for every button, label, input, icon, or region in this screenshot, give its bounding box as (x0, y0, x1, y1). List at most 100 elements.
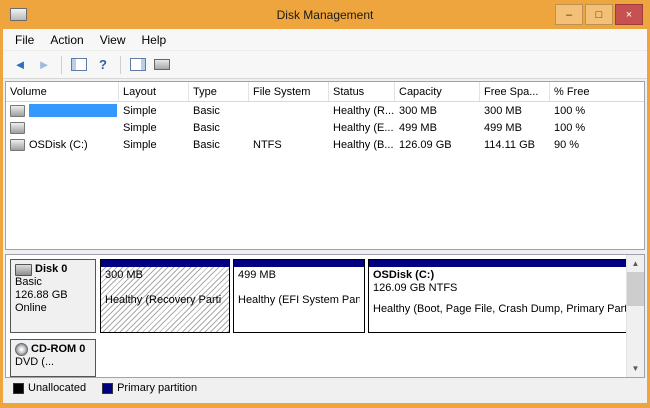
partition-status: Healthy (Boot, Page File, Crash Dump, Pr… (373, 303, 626, 316)
cell-capacity: 300 MB (395, 102, 480, 119)
cdrom0-info-box[interactable]: CD-ROM 0 DVD (... (10, 339, 96, 377)
console-tree-icon[interactable] (68, 54, 90, 76)
titlebar: Disk Management – □ × (3, 0, 647, 29)
disk-properties-icon[interactable] (151, 54, 173, 76)
forward-icon[interactable]: ► (33, 54, 55, 76)
close-button[interactable]: × (615, 4, 643, 25)
partition-strip: 300 MB Healthy (Recovery Parti 499 MB He… (100, 259, 626, 333)
cell-pct-free: 100 % (550, 102, 644, 119)
column-header-status[interactable]: Status (329, 82, 395, 101)
primary-partition-swatch (102, 383, 113, 394)
toolbar-separator (120, 56, 121, 74)
disk-size: 126.88 GB (15, 289, 91, 302)
console-content: Volume Layout Type File System Status Ca… (3, 79, 647, 403)
partition-recovery[interactable]: 300 MB Healthy (Recovery Parti (100, 259, 230, 333)
legend-label: Primary partition (117, 382, 197, 394)
menu-file[interactable]: File (7, 31, 42, 49)
partition-name: OSDisk (C:) (373, 269, 626, 282)
partition-type-bar (234, 260, 364, 267)
legend-item-primary-partition: Primary partition (102, 382, 197, 394)
action-pane-icon[interactable] (127, 54, 149, 76)
column-header-type[interactable]: Type (189, 82, 249, 101)
cell-pct-free: 100 % (550, 119, 644, 136)
cell-file-system: NTFS (249, 136, 329, 153)
cell-free-space: 114.11 GB (480, 136, 550, 153)
volume-icon (10, 105, 25, 117)
partition-osdisk[interactable]: OSDisk (C:) 126.09 GB NTFS Healthy (Boot… (368, 259, 626, 333)
cell-volume (6, 119, 119, 136)
volume-name: OSDisk (C:) (29, 139, 88, 151)
system-menu-icon[interactable] (10, 8, 27, 21)
volume-row-recovery[interactable]: Simple Basic Healthy (R... 300 MB 300 MB… (6, 102, 644, 119)
column-header-volume[interactable]: Volume (6, 82, 119, 101)
menu-help[interactable]: Help (134, 31, 175, 49)
selected-volume-highlight (29, 104, 117, 117)
scroll-up-icon[interactable]: ▲ (627, 255, 644, 272)
column-header-pct-free[interactable]: % Free (550, 82, 644, 101)
cell-status: Healthy (E... (329, 119, 395, 136)
cell-layout: Simple (119, 119, 189, 136)
window-controls: – □ × (553, 4, 647, 25)
column-header-layout[interactable]: Layout (119, 82, 189, 101)
disk-row-disk0: Disk 0 Basic 126.88 GB Online 300 MB Hea… (10, 259, 622, 333)
menu-action[interactable]: Action (42, 31, 91, 49)
cell-status: Healthy (R... (329, 102, 395, 119)
back-icon[interactable]: ◄ (9, 54, 31, 76)
partition-size: 126.09 GB NTFS (373, 282, 626, 295)
legend-label: Unallocated (28, 382, 86, 394)
legend-bar: Unallocated Primary partition (5, 378, 645, 398)
cell-volume (6, 102, 119, 119)
volume-icon (10, 122, 25, 134)
maximize-button[interactable]: □ (585, 4, 613, 25)
cell-file-system (249, 102, 329, 119)
menu-view[interactable]: View (92, 31, 134, 49)
toolbar-separator (61, 56, 62, 74)
volume-row-efi[interactable]: Simple Basic Healthy (E... 499 MB 499 MB… (6, 119, 644, 136)
partition-status: Healthy (Recovery Parti (105, 294, 225, 307)
unallocated-swatch (13, 383, 24, 394)
partition-efi[interactable]: 499 MB Healthy (EFI System Partit (233, 259, 365, 333)
disk-row-cdrom0: CD-ROM 0 DVD (... (10, 339, 622, 377)
cell-capacity: 126.09 GB (395, 136, 480, 153)
scrollbar-thumb[interactable] (627, 272, 644, 306)
volume-row-osdisk[interactable]: OSDisk (C:) Simple Basic NTFS Healthy (B… (6, 136, 644, 153)
cell-free-space: 499 MB (480, 119, 550, 136)
partition-status: Healthy (EFI System Partit (238, 294, 360, 307)
menu-bar: File Action View Help (3, 29, 647, 51)
disk-status: Online (15, 302, 91, 315)
disk0-info-box[interactable]: Disk 0 Basic 126.88 GB Online (10, 259, 96, 333)
partition-type-bar (101, 260, 229, 267)
cdrom-type: DVD (... (15, 356, 91, 369)
cdrom-name: CD-ROM 0 (31, 343, 85, 356)
disk-area: Disk 0 Basic 126.88 GB Online 300 MB Hea… (6, 255, 626, 377)
cdrom-icon (15, 343, 28, 356)
disk-icon (15, 264, 32, 276)
cell-type: Basic (189, 136, 249, 153)
scroll-down-icon[interactable]: ▼ (627, 360, 644, 377)
cell-pct-free: 90 % (550, 136, 644, 153)
disk-name: Disk 0 (35, 263, 67, 276)
cell-type: Basic (189, 119, 249, 136)
cell-capacity: 499 MB (395, 119, 480, 136)
cell-free-space: 300 MB (480, 102, 550, 119)
cell-type: Basic (189, 102, 249, 119)
volume-icon (10, 139, 25, 151)
partition-type-bar (369, 260, 626, 267)
disk-management-window: Disk Management – □ × File Action View H… (0, 0, 650, 408)
column-header-file-system[interactable]: File System (249, 82, 329, 101)
scrollbar-track[interactable] (627, 306, 644, 360)
minimize-button[interactable]: – (555, 4, 583, 25)
column-header-capacity[interactable]: Capacity (395, 82, 480, 101)
partition-size: 499 MB (238, 269, 360, 282)
cell-layout: Simple (119, 136, 189, 153)
vertical-scrollbar[interactable]: ▲ ▼ (626, 255, 644, 377)
cell-status: Healthy (B... (329, 136, 395, 153)
partition-size: 300 MB (105, 269, 225, 282)
cell-file-system (249, 119, 329, 136)
legend-item-unallocated: Unallocated (13, 382, 86, 394)
cell-layout: Simple (119, 102, 189, 119)
column-header-free-space[interactable]: Free Spa... (480, 82, 550, 101)
help-icon[interactable]: ? (92, 54, 114, 76)
toolbar: ◄ ► ? (3, 51, 647, 79)
volume-list-panel: Volume Layout Type File System Status Ca… (5, 81, 645, 250)
